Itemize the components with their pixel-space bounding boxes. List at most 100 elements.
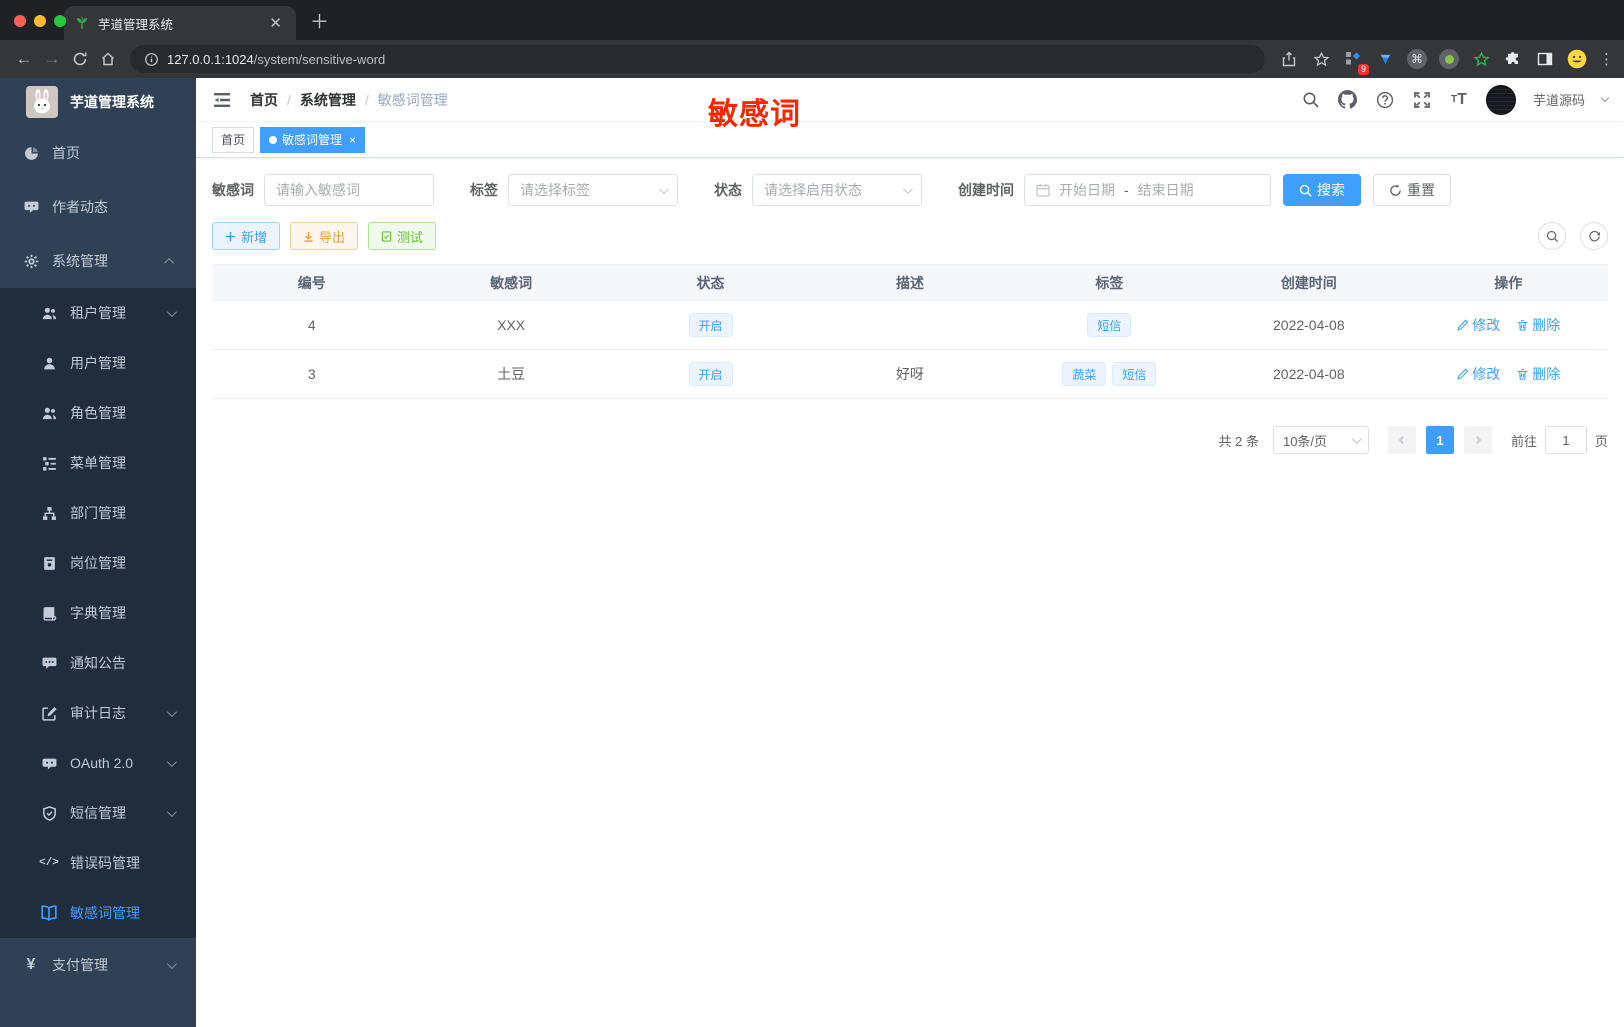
page-number-button[interactable]: 1: [1425, 426, 1454, 454]
extension-grid-icon[interactable]: 9: [1340, 46, 1369, 75]
export-button[interactable]: 导出: [290, 222, 359, 250]
sidebar-item-post[interactable]: 岗位管理: [0, 538, 196, 588]
tag-pill: 蔬菜: [1062, 362, 1107, 386]
message-icon: [40, 656, 58, 671]
breadcrumb-system[interactable]: 系统管理: [300, 90, 356, 110]
tag-pill: 短信: [1112, 362, 1157, 386]
action-row: 新增 导出 测试: [212, 222, 1608, 250]
add-button[interactable]: 新增: [212, 222, 281, 250]
address-bar[interactable]: 127.0.0.1:1024/system/sensitive-word: [130, 45, 1265, 73]
tree-list-icon: [40, 456, 58, 471]
share-icon[interactable]: [1276, 46, 1302, 72]
sidebar-item-pay[interactable]: ¥ 支付管理: [0, 938, 196, 992]
cell-created: 2022-04-08: [1209, 300, 1409, 350]
fullscreen-icon[interactable]: [1412, 90, 1432, 110]
chevron-up-icon: [164, 257, 175, 268]
tag-close-icon[interactable]: ×: [349, 133, 356, 147]
sidebar-item-sms[interactable]: 短信管理: [0, 788, 196, 838]
extension-gem-icon[interactable]: [1372, 46, 1398, 72]
page-unit-label: 页: [1594, 433, 1608, 449]
tag-select[interactable]: 请选择标签: [508, 174, 678, 206]
hide-search-button[interactable]: [1538, 222, 1566, 250]
tag-home[interactable]: 首页: [212, 126, 255, 153]
sidebar-item-errcode[interactable]: </> 错误码管理: [0, 838, 196, 888]
edit-link[interactable]: 修改: [1456, 364, 1500, 384]
side-panel-icon[interactable]: [1532, 46, 1558, 72]
sidebar-item-dict[interactable]: 字典管理: [0, 588, 196, 638]
sidebar-item-system[interactable]: 系统管理: [0, 234, 196, 288]
col-tags: 标签: [1009, 264, 1210, 301]
chat-robot-icon: [22, 200, 40, 215]
col-id: 编号: [212, 264, 412, 301]
tab-close-icon[interactable]: ✕: [265, 14, 286, 32]
sidebar-item-author-news[interactable]: 作者动态: [0, 180, 196, 234]
sidebar-item-user[interactable]: 用户管理: [0, 338, 196, 388]
sidebar-item-dept[interactable]: 部门管理: [0, 488, 196, 538]
search-button[interactable]: 搜索: [1283, 174, 1361, 206]
chevron-down-icon[interactable]: [1600, 93, 1610, 103]
delete-link[interactable]: 删除: [1516, 315, 1560, 335]
sidebar-item-sensitive-word[interactable]: 敏感词管理: [0, 888, 196, 938]
cell-id: 4: [212, 300, 412, 350]
col-word: 敏感词: [411, 264, 611, 301]
page-size-select[interactable]: 10条/页: [1272, 426, 1369, 454]
extension-record-icon[interactable]: [1436, 46, 1462, 72]
gear-icon: [22, 254, 40, 269]
profile-avatar-emoji[interactable]: [1564, 46, 1590, 72]
help-icon[interactable]: [1375, 90, 1395, 110]
extension-green-star-icon[interactable]: [1468, 46, 1494, 72]
total-count: 共 2 条: [1218, 433, 1259, 449]
extensions-puzzle-icon[interactable]: [1500, 46, 1526, 72]
minimize-window-button[interactable]: [34, 15, 46, 27]
prev-page-button[interactable]: [1387, 426, 1416, 454]
code-icon: </>: [39, 857, 59, 869]
browser-menu-icon[interactable]: ⋮: [1599, 50, 1614, 68]
cell-actions: 修改 删除: [1408, 300, 1608, 350]
user-avatar[interactable]: [1485, 84, 1516, 115]
home-icon[interactable]: [94, 45, 122, 73]
extension-badge: 9: [1357, 64, 1369, 75]
edit-link[interactable]: 修改: [1456, 315, 1500, 335]
sidebar-item-oauth[interactable]: OAuth 2.0: [0, 738, 196, 788]
site-info-icon[interactable]: [138, 46, 164, 72]
reset-button[interactable]: 重置: [1373, 174, 1451, 206]
test-button[interactable]: 测试: [368, 222, 437, 250]
reload-icon[interactable]: [66, 45, 94, 73]
sidebar-item-home[interactable]: 首页: [0, 126, 196, 180]
goto-label: 前往: [1510, 433, 1537, 449]
breadcrumb-home[interactable]: 首页: [250, 90, 278, 110]
browser-tab[interactable]: 芋道管理系统 ✕: [64, 6, 296, 40]
cell-id: 3: [212, 349, 412, 399]
github-icon[interactable]: [1338, 90, 1358, 110]
close-window-button[interactable]: [14, 15, 26, 27]
next-page-button[interactable]: [1463, 426, 1492, 454]
goto-page-input[interactable]: [1544, 426, 1587, 454]
table-row: 3 土豆 开启 好呀 蔬菜 短信 2022-04-08 修改 删除: [212, 349, 1608, 399]
tag-sensitive-word[interactable]: 敏感词管理 ×: [260, 126, 366, 153]
sidebar-item-role[interactable]: 角色管理: [0, 388, 196, 438]
keyword-input[interactable]: 请输入敏感词: [264, 174, 434, 206]
status-select[interactable]: 请选择启用状态: [752, 174, 922, 206]
search-icon[interactable]: [1301, 90, 1321, 110]
forward-icon[interactable]: →: [38, 45, 66, 73]
extension-command-icon[interactable]: ⌘: [1404, 46, 1430, 72]
robot-icon: [40, 756, 58, 771]
font-size-icon[interactable]: TT: [1449, 90, 1469, 110]
app-logo-rabbit: [26, 86, 58, 118]
sidebar-item-menu-mgmt[interactable]: 菜单管理: [0, 438, 196, 488]
app-logo-row[interactable]: 芋道管理系统: [0, 78, 196, 126]
cell-description: 好呀: [810, 349, 1010, 399]
sidebar-fold-icon[interactable]: [212, 90, 232, 110]
status-badge: 开启: [688, 313, 733, 337]
date-range-picker[interactable]: 开始日期 - 结束日期: [1024, 174, 1271, 206]
bookmark-star-icon[interactable]: [1308, 46, 1334, 72]
sidebar-item-tenant[interactable]: 租户管理: [0, 288, 196, 338]
pagination: 共 2 条 10条/页 1 前往 页: [212, 426, 1608, 454]
sidebar-item-audit-log[interactable]: 审计日志: [0, 688, 196, 738]
sidebar-item-notice[interactable]: 通知公告: [0, 638, 196, 688]
zoom-window-button[interactable]: [54, 15, 66, 27]
new-tab-button[interactable]: ＋: [310, 7, 329, 40]
back-icon[interactable]: ←: [10, 45, 38, 73]
refresh-button[interactable]: [1580, 222, 1608, 250]
delete-link[interactable]: 删除: [1516, 364, 1560, 384]
